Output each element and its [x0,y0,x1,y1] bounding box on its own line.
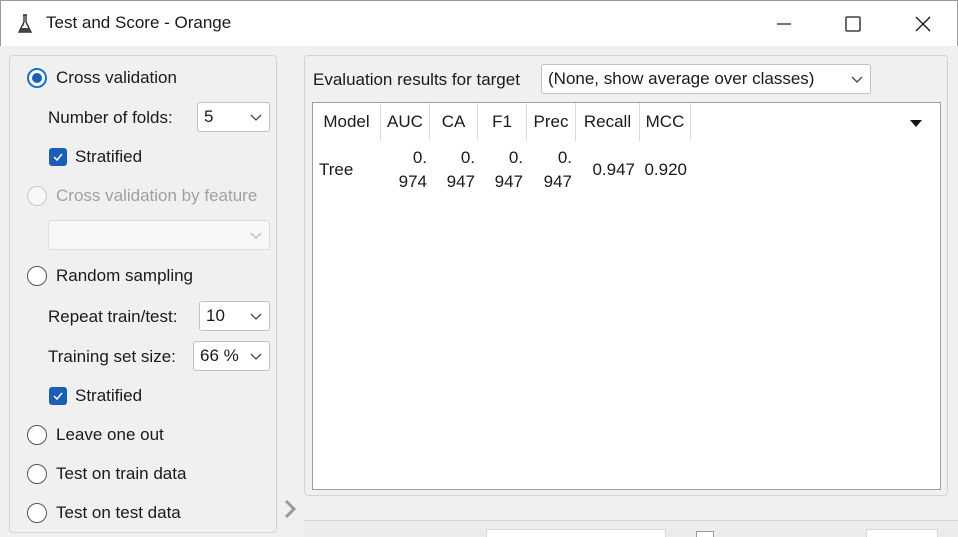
repeat-train-test-value: 10 [206,306,225,325]
chevron-down-icon [250,353,262,360]
close-button[interactable] [900,1,946,47]
column-header-model[interactable]: Model [313,103,381,141]
column-header-auc[interactable]: AUC [381,103,430,141]
cell-f1-line2: 947 [494,172,523,191]
checkmark-icon [53,153,63,162]
chevron-down-icon [851,76,863,83]
bottom-checkbox-partial [696,531,714,537]
maximize-icon [845,16,861,32]
chevron-down-icon [250,232,262,239]
cross-validation-label: Cross validation [56,68,177,87]
cell-auc: 0. 974 [381,146,427,194]
bottom-combo-partial [486,529,666,537]
bottom-controls-strip [304,520,958,537]
leave-one-out-label: Leave one out [56,425,164,444]
feature-select [48,220,270,250]
chevron-down-icon [250,313,262,320]
target-label: Evaluation results for target [313,70,520,89]
cell-mcc: 0.920 [644,160,687,179]
sampling-panel: Cross validation Number of folds: 5 Stra… [9,55,277,533]
stratified-cv-label: Stratified [75,147,143,166]
training-set-size-select[interactable]: 66 % [193,341,270,371]
cell-prec: 0. 947 [527,146,572,194]
stratified-rs-option[interactable]: Stratified [49,384,142,408]
flask-icon [17,13,33,35]
leave-one-out-radio[interactable] [27,425,47,445]
close-icon [915,16,931,32]
checkmark-icon [53,392,63,401]
training-set-size-value: 66 % [200,346,239,365]
number-of-folds-label: Number of folds: [48,108,173,127]
cross-validation-by-feature-label: Cross validation by feature [56,186,258,205]
results-table: Model AUC CA F1 Prec Recall MCC Tree 0. … [312,102,941,490]
column-header-recall[interactable]: Recall [576,103,640,141]
cell-f1: 0. 947 [478,146,523,194]
cell-auc-line1: 0. [412,148,427,167]
cell-recall: 0.947 [592,160,635,179]
stratified-rs-label: Stratified [75,386,143,405]
random-sampling-radio[interactable] [27,266,47,286]
stratified-cv-checkbox[interactable] [49,148,67,166]
maximize-button[interactable] [830,1,876,47]
random-sampling-option[interactable]: Random sampling [27,264,193,288]
training-set-size-label: Training set size: [48,347,176,366]
number-of-folds-value: 5 [204,107,214,126]
cell-model: Tree [319,160,354,179]
title-bar: Test and Score - Orange [0,0,958,46]
stratified-rs-checkbox[interactable] [49,387,67,405]
cross-validation-radio[interactable] [27,68,47,88]
test-on-test-label: Test on test data [56,503,181,522]
test-on-train-radio[interactable] [27,464,47,484]
repeat-train-test-label: Repeat train/test: [48,307,178,326]
minimize-icon [777,23,791,25]
column-header-f1[interactable]: F1 [478,103,527,141]
cell-auc-line2: 974 [398,172,427,191]
chevron-down-icon [250,114,262,121]
number-of-folds-select[interactable]: 5 [197,102,270,132]
stratified-cv-option[interactable]: Stratified [49,145,142,169]
cross-validation-by-feature-option: Cross validation by feature [27,184,257,208]
target-select[interactable]: (None, show average over classes) [541,64,871,94]
cell-prec-line1: 0. [557,148,572,167]
chevron-right-icon[interactable] [283,498,297,525]
target-value: (None, show average over classes) [548,69,815,88]
results-panel: Evaluation results for target (None, sho… [304,55,948,496]
cell-ca-line2: 947 [446,172,475,191]
minimize-button[interactable] [761,1,807,47]
test-on-test-option[interactable]: Test on test data [27,501,181,525]
cell-f1-line1: 0. [508,148,523,167]
column-header-mcc[interactable]: MCC [640,103,691,141]
cell-prec-line2: 947 [543,172,572,191]
test-on-test-radio[interactable] [27,503,47,523]
column-header-ca[interactable]: CA [430,103,478,141]
test-on-train-label: Test on train data [56,464,187,483]
cross-validation-by-feature-radio [27,186,47,206]
cell-ca: 0. 947 [430,146,475,194]
cross-validation-option[interactable]: Cross validation [27,66,177,90]
column-header-prec[interactable]: Prec [527,103,576,141]
column-menu-icon[interactable] [905,117,927,129]
repeat-train-test-select[interactable]: 10 [199,301,270,331]
window-title: Test and Score - Orange [46,13,232,32]
bottom-button-partial [866,529,938,537]
cell-ca-line1: 0. [460,148,475,167]
leave-one-out-option[interactable]: Leave one out [27,423,164,447]
test-on-train-option[interactable]: Test on train data [27,462,186,486]
random-sampling-label: Random sampling [56,266,194,285]
